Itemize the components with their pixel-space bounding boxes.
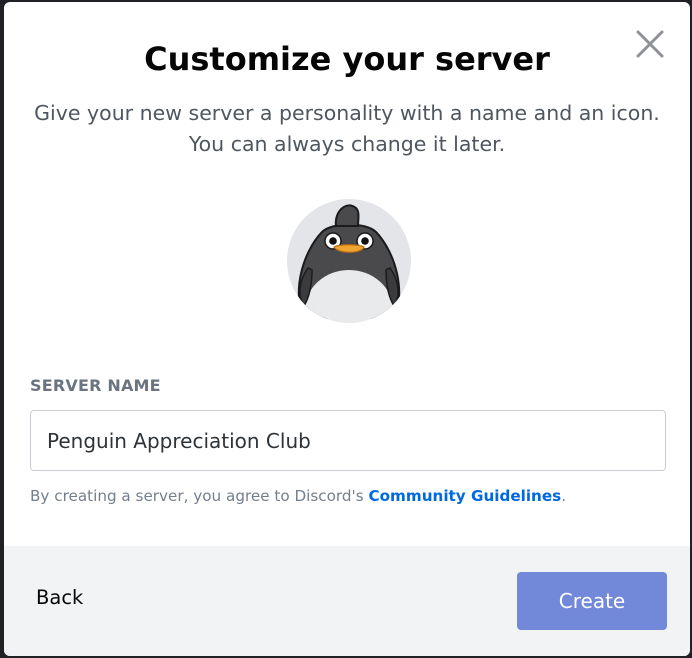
server-name-label: SERVER NAME (30, 376, 161, 395)
subtitle-line-1: Give your new server a personality with … (34, 101, 660, 125)
terms-text: By creating a server, you agree to Disco… (30, 487, 566, 505)
create-button[interactable]: Create (517, 572, 667, 630)
server-name-input[interactable] (30, 410, 666, 471)
customize-server-dialog: Customize your server Give your new serv… (4, 2, 690, 656)
subtitle-line-2: You can always change it later. (188, 132, 506, 156)
penguin-avatar-icon (287, 199, 411, 323)
community-guidelines-link[interactable]: Community Guidelines (368, 487, 561, 505)
back-button[interactable]: Back (36, 586, 83, 609)
terms-suffix: . (561, 487, 567, 505)
terms-prefix: By creating a server, you agree to Disco… (30, 487, 369, 505)
dialog-subtitle: Give your new server a personality with … (34, 98, 660, 160)
server-icon-upload[interactable] (286, 198, 412, 324)
dialog-title: Customize your server (144, 40, 550, 78)
dialog-footer: Back Create (4, 546, 690, 656)
